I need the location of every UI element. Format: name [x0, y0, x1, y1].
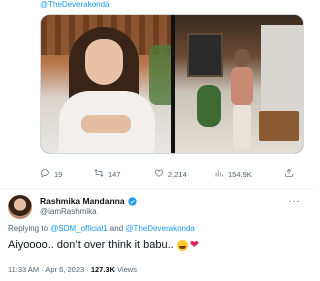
tweet-body: Aiyoooo.. don’t over think it babu.. — [8, 239, 174, 251]
tweet-timestamp[interactable]: 11:33 AM · Apr 6, 2023 · — [8, 265, 91, 274]
media-photo-woman[interactable] — [41, 15, 171, 153]
tweet-meta: 11:33 AM · Apr 6, 2023 · 127.3K Views — [8, 265, 137, 274]
avatar[interactable] — [8, 195, 32, 219]
tweet-text: Aiyoooo.. don’t over think it babu.. ❤ — [8, 239, 199, 251]
tweet-views-label: Views — [115, 265, 137, 274]
replying-to: Replying to @SDM_official1 and @TheDever… — [8, 224, 195, 233]
red-heart-emoji-icon: ❤ — [189, 238, 199, 251]
retweet-button[interactable]: 147 — [94, 168, 140, 180]
reply-button[interactable]: 19 — [40, 168, 88, 180]
like-count: 2,214 — [168, 169, 187, 179]
share-button[interactable] — [284, 168, 294, 180]
mention-link-deverakonda[interactable]: @TheDeverakonda — [125, 224, 195, 233]
author-name-row[interactable]: Rashmika Mandanna — [40, 196, 137, 206]
author-handle[interactable]: @iamRashmika — [40, 207, 97, 216]
quoted-mention-link[interactable]: @TheDeverakonda — [40, 0, 110, 9]
display-name[interactable]: Rashmika Mandanna — [40, 196, 125, 206]
tweet-thread: @TheDeverakonda 19 147 2,214 154.9K Rash… — [0, 0, 313, 281]
tweet-views-count: 127.3K — [90, 265, 116, 274]
media-photo-man[interactable] — [175, 15, 303, 153]
heart-icon — [154, 168, 164, 180]
divider-line — [0, 188, 313, 189]
replying-and: and — [107, 224, 126, 233]
media-grid[interactable] — [40, 14, 304, 154]
reply-icon — [40, 168, 50, 180]
retweet-icon — [94, 168, 104, 180]
views-count: 154.9K — [228, 169, 252, 179]
reply-count: 19 — [54, 169, 63, 179]
more-options-icon[interactable]: ··· — [288, 196, 301, 207]
replying-prefix: Replying to — [8, 224, 51, 233]
laughing-emoji-icon — [176, 239, 188, 251]
mention-link-sdm[interactable]: @SDM_official1 — [50, 224, 107, 233]
verified-badge-icon — [127, 196, 137, 206]
tweet-action-bar: 19 147 2,214 154.9K — [40, 168, 306, 180]
share-icon — [284, 168, 294, 180]
retweet-count: 147 — [108, 169, 121, 179]
like-button[interactable]: 2,214 — [154, 168, 200, 180]
views-chart-icon — [214, 168, 224, 180]
views-button[interactable]: 154.9K — [214, 168, 262, 180]
